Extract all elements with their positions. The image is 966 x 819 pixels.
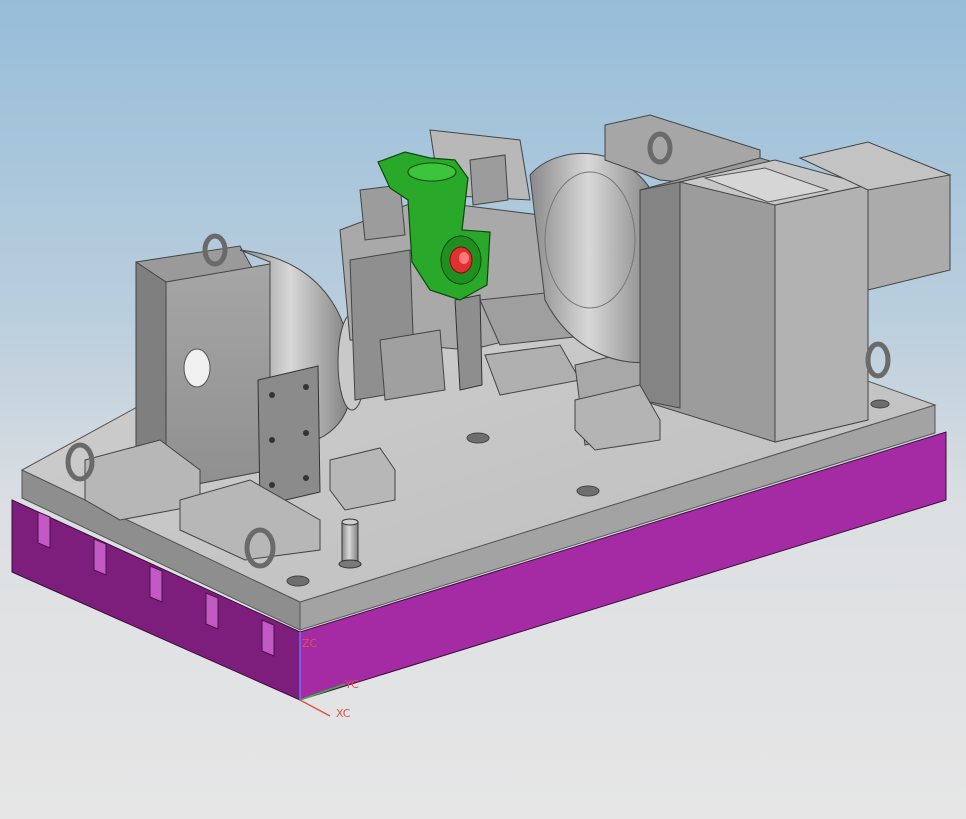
zc-axis-label: ZC <box>302 637 318 650</box>
xc-axis-label: XC <box>336 707 351 720</box>
graphics-viewport[interactable]: ZC YC XC <box>0 0 966 819</box>
yc-axis-label: YC <box>344 678 359 691</box>
x-axis-line <box>299 699 331 717</box>
cad-model-scene[interactable]: ZC YC XC <box>0 0 966 819</box>
locating-pin <box>338 518 362 569</box>
